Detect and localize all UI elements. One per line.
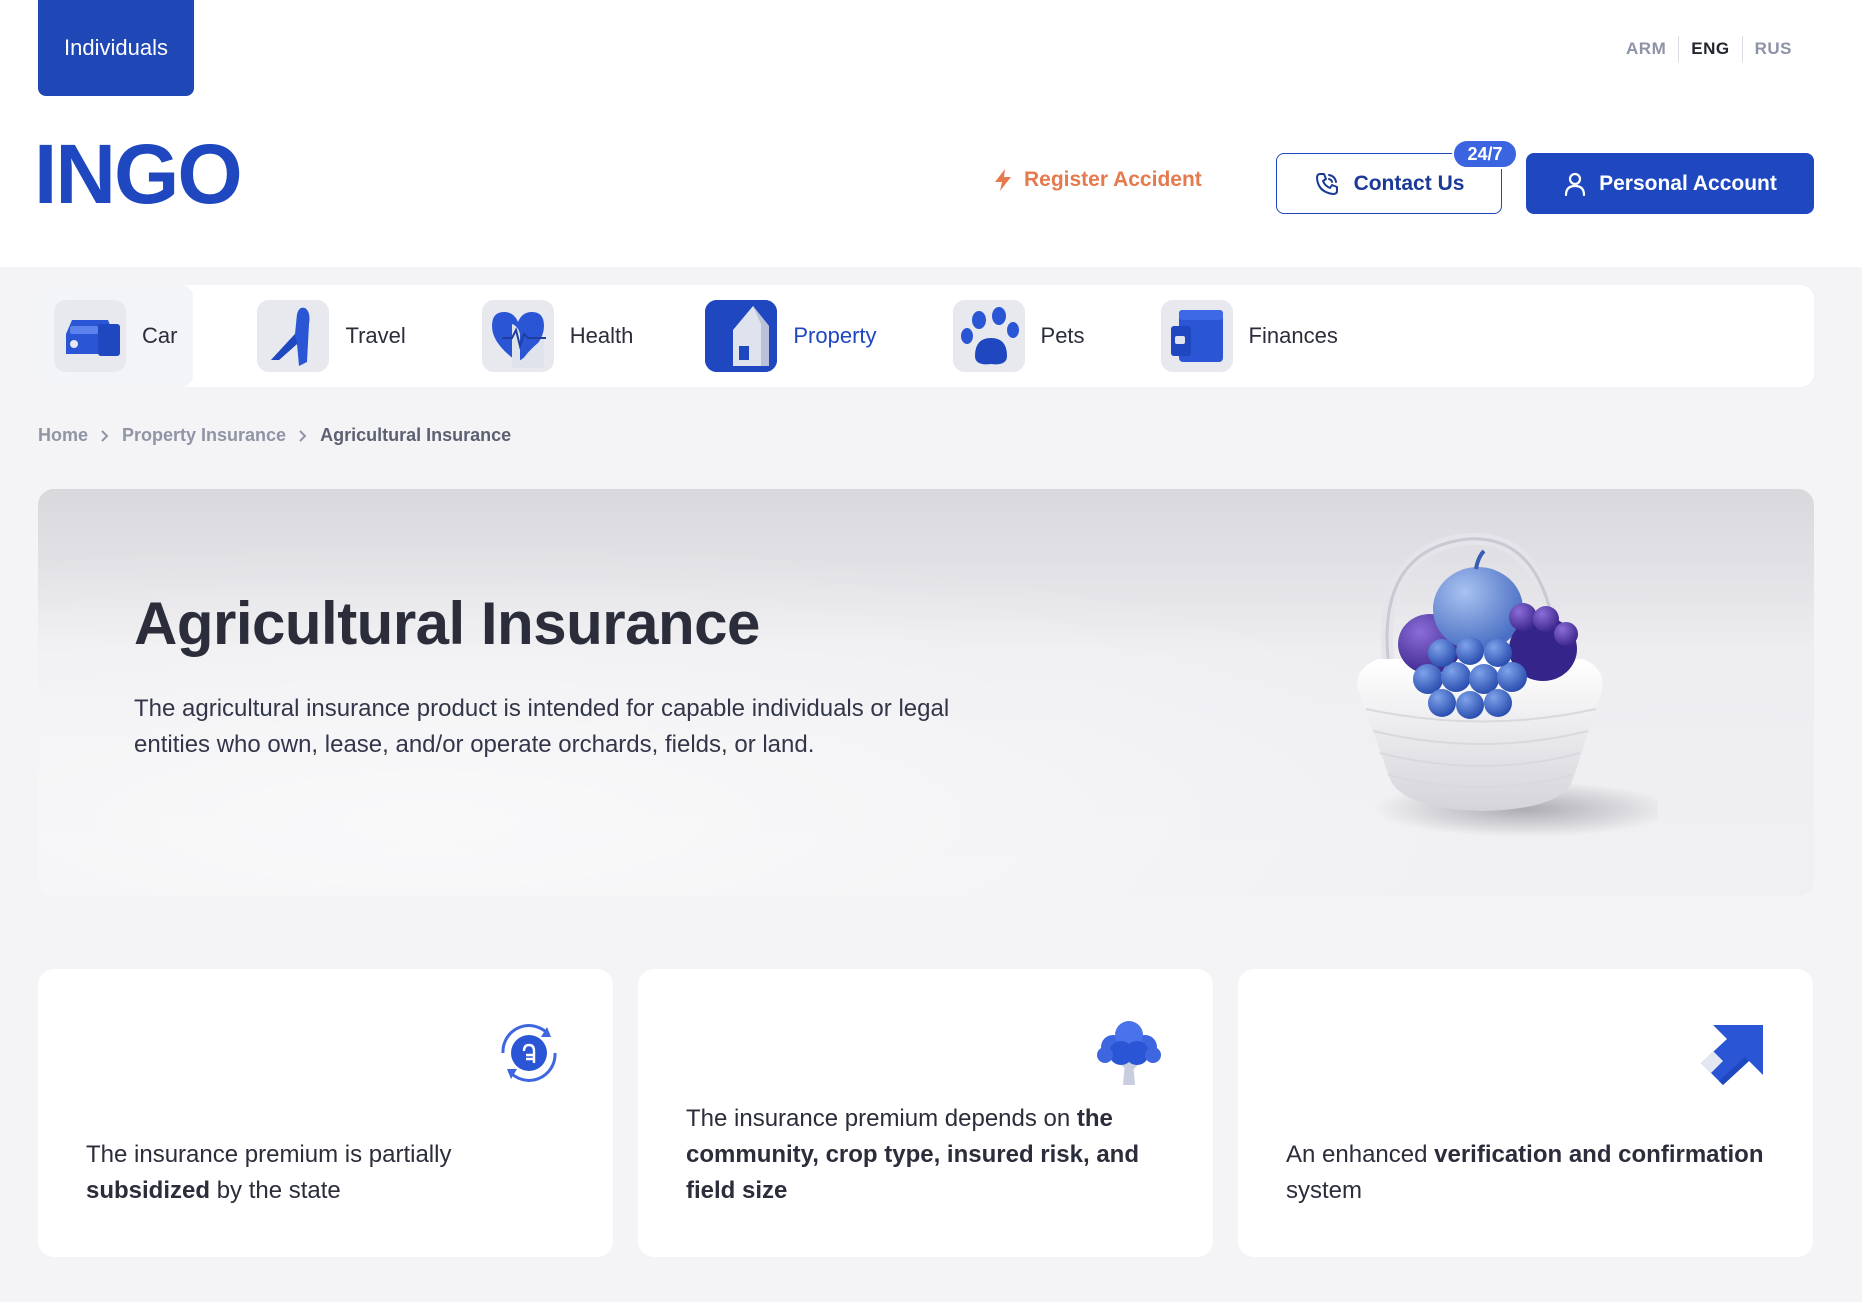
category-property-label: Property	[793, 323, 877, 348]
arrow-badge-icon	[1701, 1025, 1763, 1085]
language-switcher: ARM ENG RUS	[1614, 36, 1804, 62]
tree-icon	[1097, 1021, 1161, 1085]
category-finances[interactable]: Finances	[1145, 285, 1354, 387]
availability-badge: 24/7	[1452, 139, 1518, 169]
contact-us-label: Contact Us	[1353, 171, 1465, 195]
lang-rus[interactable]: RUS	[1743, 39, 1804, 59]
lang-arm[interactable]: ARM	[1614, 39, 1678, 59]
breadcrumb-home[interactable]: Home	[38, 425, 88, 446]
wallet-icon	[1160, 300, 1233, 372]
category-car[interactable]: Car	[38, 285, 194, 387]
feature-card-verification: An enhanced verification and confirmatio…	[1238, 969, 1813, 1257]
logo[interactable]: INGO	[34, 132, 243, 216]
feature-text-pre: The insurance premium is partially	[86, 1141, 452, 1168]
feature-text-pre: An enhanced	[1286, 1141, 1435, 1168]
feature-text: The insurance premium depends on the com…	[686, 1101, 1165, 1209]
lang-eng[interactable]: ENG	[1679, 39, 1741, 59]
car-icon	[54, 300, 126, 372]
feature-text: An enhanced verification and confirmatio…	[1286, 1137, 1765, 1209]
fruit-basket-image	[1357, 532, 1658, 837]
paw-icon	[952, 300, 1025, 372]
chevron-right-icon	[299, 429, 307, 442]
feature-text-post: by the state	[210, 1177, 341, 1204]
breadcrumb-property-insurance[interactable]: Property Insurance	[122, 425, 286, 446]
house-icon	[705, 300, 778, 372]
register-accident-label: Register Accident	[1024, 168, 1202, 191]
category-travel[interactable]: Travel	[241, 285, 421, 387]
category-car-label: Car	[142, 323, 178, 348]
feature-text-bold: verification and confirmation	[1434, 1141, 1764, 1168]
hero-description: The agricultural insurance product is in…	[134, 695, 950, 758]
category-travel-label: Travel	[345, 323, 406, 348]
category-pets-label: Pets	[1040, 323, 1085, 348]
category-nav: Car Travel Health Property Pets Finances	[38, 285, 1814, 387]
category-health[interactable]: Health	[466, 285, 650, 387]
personal-account-label: Personal Account	[1599, 171, 1777, 195]
feature-text-post: system	[1286, 1177, 1363, 1204]
feature-card-premium: The insurance premium depends on the com…	[638, 969, 1213, 1257]
register-accident-link[interactable]: Register Accident	[992, 168, 1202, 192]
feature-text-bold: subsidized	[86, 1177, 211, 1204]
feature-text: The insurance premium is partially subsi…	[86, 1137, 565, 1209]
dram-coin-cycle-icon	[501, 1024, 557, 1082]
breadcrumb-current: Agricultural Insurance	[320, 425, 512, 445]
feature-card-subsidy: The insurance premium is partially subsi…	[38, 969, 613, 1257]
page-title: Agricultural Insurance	[134, 590, 760, 657]
airplane-icon	[257, 300, 330, 372]
user-icon	[1565, 172, 1586, 196]
feature-text-pre: The insurance premium depends on	[686, 1105, 1077, 1132]
individuals-tab[interactable]: Individuals	[38, 0, 194, 96]
heart-pulse-icon	[481, 300, 554, 372]
breadcrumb: Home Property Insurance Agricultural Ins…	[38, 425, 511, 446]
category-finances-label: Finances	[1248, 323, 1338, 348]
category-pets[interactable]: Pets	[937, 285, 1101, 387]
personal-account-button[interactable]: Personal Account	[1526, 153, 1814, 214]
phone-icon	[1315, 172, 1338, 195]
hero-banner: Agricultural Insurance The agricultural …	[38, 489, 1814, 896]
lightning-icon	[995, 169, 1011, 191]
top-header: Individuals ARM ENG RUS INGO Register Ac…	[0, 0, 1862, 267]
category-property[interactable]: Property	[689, 285, 892, 387]
chevron-right-icon	[101, 429, 109, 442]
category-health-label: Health	[569, 323, 634, 348]
